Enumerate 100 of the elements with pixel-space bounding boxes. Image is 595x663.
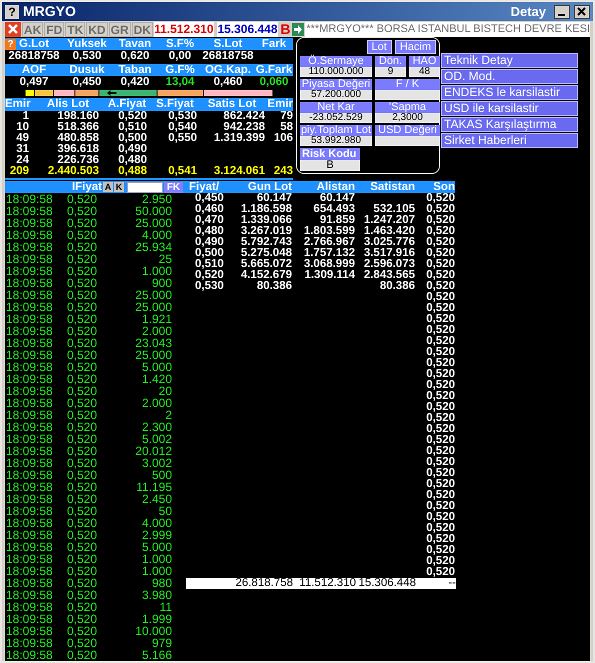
trade-lot: 1.000: [140, 265, 172, 277]
link-button[interactable]: Sirket Haberleri: [441, 133, 578, 148]
table-cell-text: 1.186.598: [240, 204, 292, 215]
table-cell-text: 80.386: [378, 281, 415, 292]
trade-time: 18:09:58: [5, 649, 54, 661]
trade-price: 0,520: [66, 217, 98, 229]
trade-price: 0,520: [66, 577, 98, 589]
trade-time: 18:09:58: [5, 229, 54, 241]
toggle-button[interactable]: Hacim: [394, 40, 436, 54]
filter-button[interactable]: FK: [164, 182, 183, 192]
status-label: B: [279, 22, 292, 38]
trade-price: 0,520: [66, 349, 98, 361]
field-label: Piyasa Değeri: [300, 79, 372, 90]
arrow-right-icon[interactable]: [292, 23, 304, 36]
field-label: Ö.Sermaye: [300, 56, 372, 68]
trade-time: 18:09:58: [5, 421, 54, 433]
table-cell-text: 79: [279, 111, 293, 122]
stat-value: 0,420: [120, 76, 150, 88]
trade-time: 18:09:58: [5, 445, 54, 457]
link-button[interactable]: USD ile karsilastir: [441, 101, 578, 116]
trade-price: 0,520: [66, 397, 98, 409]
trade-time: 18:09:58: [5, 481, 54, 493]
trade-time: 18:09:58: [5, 265, 54, 277]
trade-time: 18:09:58: [5, 217, 54, 229]
table-cell-text: 0,520: [425, 479, 455, 490]
table-cell-text: 0,450: [195, 193, 225, 204]
table-cell-text: 0,520: [425, 446, 455, 457]
table-cell-text: 0,520: [425, 314, 455, 325]
trade-time: 18:09:58: [5, 493, 54, 505]
link-button[interactable]: Teknik Detay: [441, 53, 578, 68]
trade-price: 0,520: [66, 433, 98, 445]
trade-time: 18:09:58: [5, 565, 54, 577]
trade-time: 18:09:58: [5, 505, 54, 517]
table-cell-text: 1.339.066: [240, 215, 292, 226]
column-header: A.Fiyat: [106, 98, 148, 111]
toggle-button[interactable]: Lot: [366, 40, 392, 54]
table-cell-text: 0,520: [425, 457, 455, 468]
help-button[interactable]: ?: [5, 38, 16, 50]
trade-lot: 980: [150, 577, 172, 589]
table-cell-text: 1.463.420: [362, 226, 415, 237]
trade-lot: 500: [150, 469, 172, 481]
field-label: Net Kar: [300, 102, 372, 114]
table-cell-text: 1.309.114: [303, 270, 355, 281]
trade-lot: 1.000: [140, 553, 172, 565]
trade-price: 0,520: [66, 265, 98, 277]
trade-price: 0,520: [66, 589, 98, 601]
table-cell-text: 3.267.019: [240, 226, 292, 237]
sort-button[interactable]: K: [114, 182, 124, 192]
field-value: 53.992.980: [300, 136, 372, 146]
table-cell-text: 0,520: [425, 413, 455, 424]
link-button[interactable]: TAKAS Karşılaştırma: [441, 117, 578, 132]
trade-time: 18:09:58: [5, 301, 54, 313]
table-cell-text: 0,520: [425, 468, 455, 479]
table-cell-text: 0,520: [425, 501, 455, 512]
table-cell-text: 226.736: [57, 155, 100, 166]
trade-time: 18:09:58: [5, 541, 54, 553]
sort-button[interactable]: A: [103, 182, 113, 192]
trade-time: 18:09:58: [5, 409, 54, 421]
trade-price: 0,520: [66, 301, 98, 313]
table-cell-text: 0,480: [117, 155, 148, 166]
filter-field[interactable]: [127, 182, 163, 192]
stat-value: 0,620: [120, 50, 150, 62]
field-value: 57.200.000: [300, 90, 372, 100]
field-value: 9: [375, 67, 406, 78]
buy-total-value: 11.512.310: [154, 22, 214, 38]
table-cell-text: 518.366: [56, 122, 100, 134]
minimize-button[interactable]: [554, 4, 570, 18]
trade-price: 0,520: [66, 409, 98, 421]
trade-lot: 5.000: [140, 541, 172, 553]
trade-lot: 25: [158, 253, 172, 265]
close-button[interactable]: [574, 4, 590, 18]
column-header[interactable]: Fiyat/: [185, 181, 225, 193]
sell-total-value: 15.306.448: [216, 22, 278, 38]
column-header: Satistan: [369, 181, 415, 193]
help-button[interactable]: ?: [5, 4, 19, 18]
close-icon[interactable]: [5, 22, 21, 38]
table-cell-text: 0,550: [167, 133, 198, 144]
trade-price: 0,520: [66, 649, 98, 661]
trade-lot: 25.000: [134, 217, 172, 229]
table-cell-text: 0,500: [194, 248, 225, 259]
trade-time: 18:09:58: [5, 313, 54, 325]
trade-price: 0,520: [66, 637, 98, 649]
trade-price: 0,520: [66, 193, 98, 205]
table-cell-text: 1.803.599: [302, 226, 355, 237]
trade-lot: 10.000: [134, 625, 172, 637]
column-header: Gun Lot: [246, 181, 292, 193]
table-cell-text: 1.247.207: [362, 215, 415, 226]
table-cell-text: 3.068.999: [302, 259, 355, 270]
trade-price: 0,520: [66, 457, 98, 469]
link-button[interactable]: OD. Mod.: [441, 69, 578, 84]
trade-time: 18:09:58: [5, 601, 54, 613]
table-cell-text: 4.152.679: [240, 270, 292, 281]
trade-time: 18:09:58: [5, 637, 54, 649]
column-header: S.Fiyat: [155, 98, 195, 111]
link-button[interactable]: ENDEKS le karsilastir: [441, 85, 578, 100]
table-cell-text: 5.792.743: [240, 237, 292, 248]
table-cell-text: 0,520: [425, 424, 455, 435]
trade-time: 18:09:58: [5, 469, 54, 481]
column-header: Yuksek: [67, 38, 107, 50]
trade-price: 0,520: [66, 541, 98, 553]
